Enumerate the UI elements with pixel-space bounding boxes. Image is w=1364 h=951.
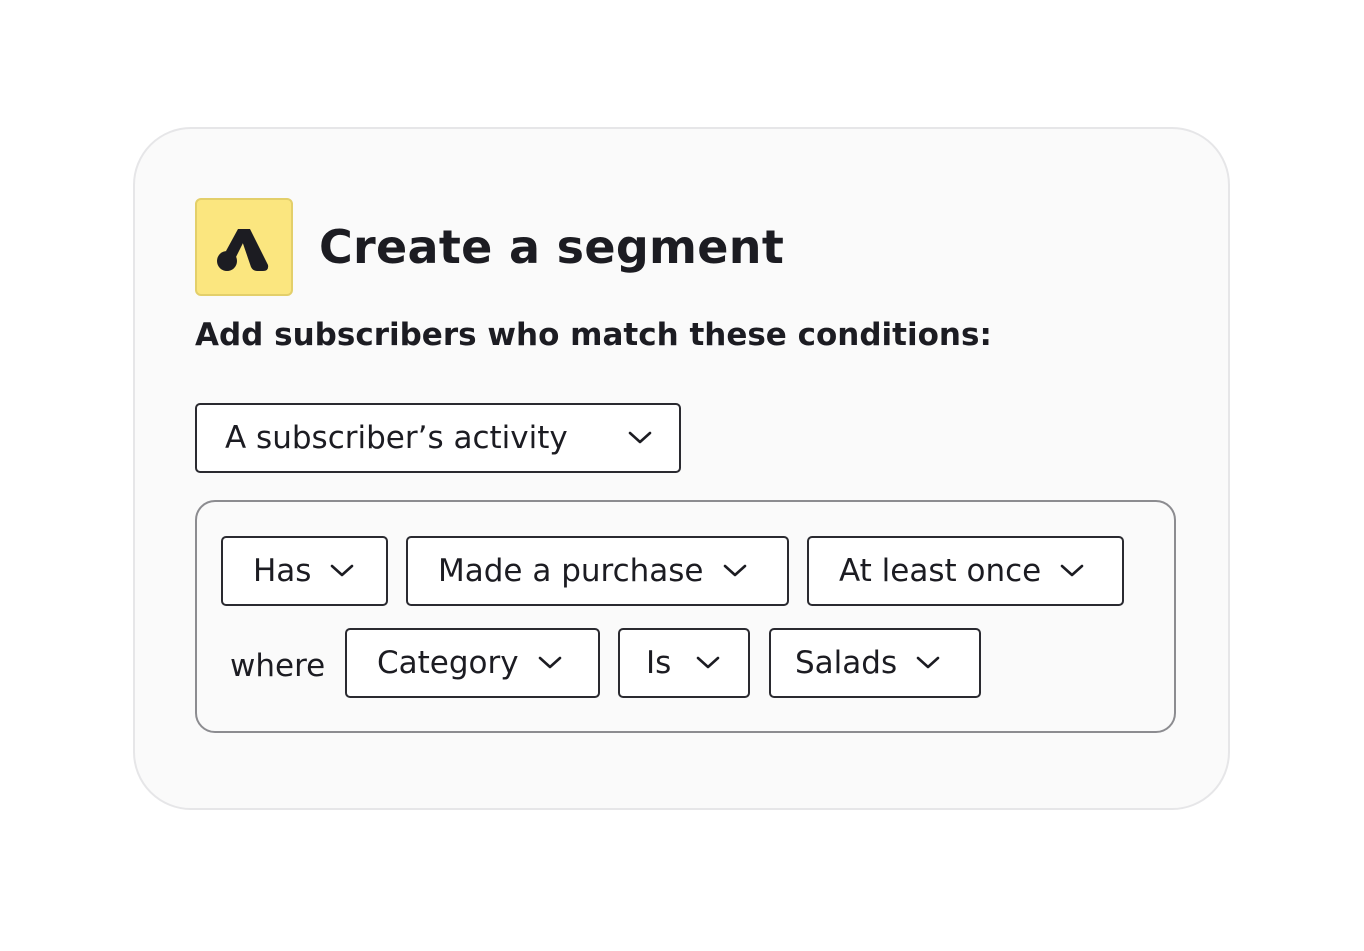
operator-dropdown[interactable]: Is: [618, 628, 750, 698]
frequency-dropdown[interactable]: At least once: [807, 536, 1124, 606]
condition-group: Has Made a purchase At least once where …: [195, 500, 1176, 733]
has-dropdown[interactable]: Has: [221, 536, 388, 606]
conditions-instructions: Add subscribers who match these conditio…: [195, 317, 992, 353]
brand-logo: [195, 198, 293, 296]
chevron-down-icon: [1059, 563, 1085, 579]
brand-a-logo-icon: [217, 229, 269, 271]
dropdown-value: At least once: [839, 553, 1042, 589]
chevron-down-icon: [627, 430, 653, 446]
dropdown-value: Made a purchase: [438, 553, 704, 589]
page-title: Create a segment: [319, 220, 785, 274]
action-dropdown[interactable]: Made a purchase: [406, 536, 789, 606]
dropdown-value: A subscriber’s activity: [225, 420, 568, 456]
dropdown-value: Has: [253, 553, 312, 589]
dropdown-value: Category: [377, 645, 519, 681]
chevron-down-icon: [915, 655, 941, 671]
card-header: Create a segment: [195, 198, 784, 296]
chevron-down-icon: [329, 563, 355, 579]
chevron-down-icon: [695, 655, 721, 671]
dropdown-value: Is: [646, 645, 672, 681]
value-dropdown[interactable]: Salads: [769, 628, 981, 698]
segment-card: Create a segment Add subscribers who mat…: [133, 127, 1230, 810]
dropdown-value: Salads: [795, 645, 898, 681]
chevron-down-icon: [722, 563, 748, 579]
property-dropdown[interactable]: Category: [345, 628, 600, 698]
activity-type-dropdown[interactable]: A subscriber’s activity: [195, 403, 681, 473]
chevron-down-icon: [537, 655, 563, 671]
where-label: where: [230, 648, 326, 684]
